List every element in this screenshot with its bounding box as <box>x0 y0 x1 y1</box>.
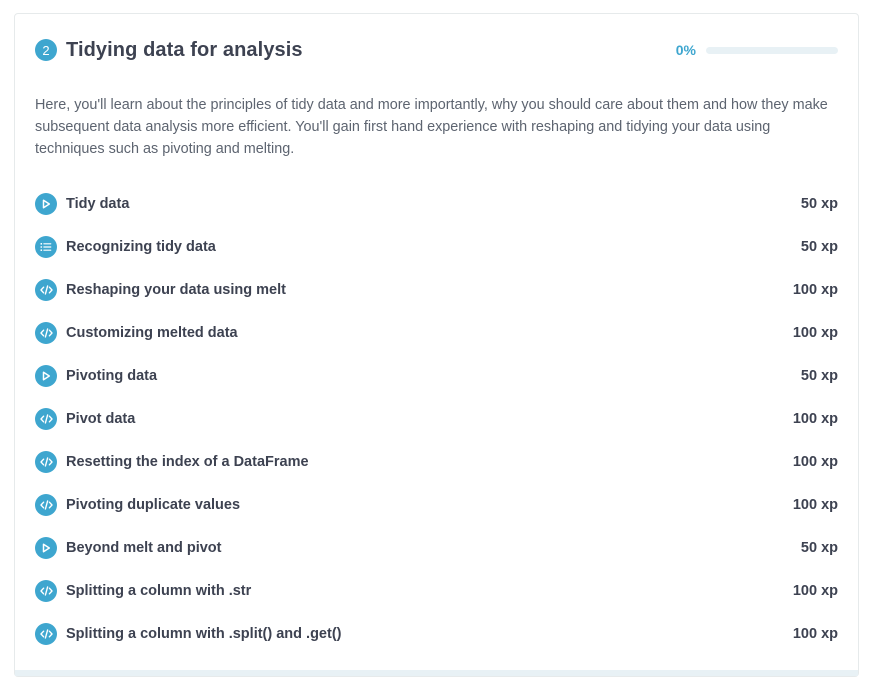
lesson-item[interactable]: Customizing melted data 100 xp <box>35 311 838 354</box>
lesson-title[interactable]: Reshaping your data using melt <box>66 282 286 298</box>
play-icon <box>35 364 57 387</box>
lesson-item[interactable]: Beyond melt and pivot 50 xp <box>35 526 838 569</box>
chapter-number-badge: 2 <box>35 39 57 61</box>
play-icon <box>35 536 57 559</box>
code-icon <box>35 579 57 602</box>
lesson-title[interactable]: Pivoting data <box>66 368 157 384</box>
lesson-item[interactable]: Pivoting duplicate values 100 xp <box>35 483 838 526</box>
chapter-title: Tidying data for analysis <box>66 38 303 61</box>
code-icon <box>35 321 57 344</box>
lesson-item[interactable]: Pivot data 100 xp <box>35 397 838 440</box>
lesson-title[interactable]: Pivot data <box>66 411 135 427</box>
lesson-title[interactable]: Recognizing tidy data <box>66 239 216 255</box>
lesson-item[interactable]: Splitting a column with .split() and .ge… <box>35 612 838 655</box>
lesson-title[interactable]: Resetting the index of a DataFrame <box>66 454 309 470</box>
lesson-xp: 100 xp <box>792 496 838 513</box>
lesson-title[interactable]: Splitting a column with .split() and .ge… <box>66 626 341 642</box>
lesson-xp: 100 xp <box>792 281 838 298</box>
lesson-item[interactable]: Reshaping your data using melt 100 xp <box>35 268 838 311</box>
lesson-xp: 100 xp <box>792 625 838 642</box>
lesson-item[interactable]: Resetting the index of a DataFrame 100 x… <box>35 440 838 483</box>
chapter-progress: 0% <box>676 42 838 58</box>
lesson-title[interactable]: Tidy data <box>66 196 129 212</box>
code-icon <box>35 622 57 645</box>
lesson-item[interactable]: Recognizing tidy data 50 xp <box>35 225 838 268</box>
code-icon <box>35 450 57 473</box>
lesson-xp: 100 xp <box>792 582 838 599</box>
list-icon <box>35 235 57 258</box>
lesson-item[interactable]: Splitting a column with .str 100 xp <box>35 569 838 612</box>
progress-percent: 0% <box>675 42 696 58</box>
lesson-xp: 100 xp <box>792 324 838 341</box>
code-icon <box>35 278 57 301</box>
chapter-description: Here, you'll learn about the principles … <box>35 97 828 158</box>
lesson-item[interactable]: Pivoting data 50 xp <box>35 354 838 397</box>
lesson-title[interactable]: Splitting a column with .str <box>66 583 251 599</box>
lesson-title[interactable]: Customizing melted data <box>66 325 238 341</box>
lesson-xp: 50 xp <box>800 195 838 212</box>
lesson-xp: 100 xp <box>792 410 838 427</box>
lesson-xp: 100 xp <box>792 453 838 470</box>
play-icon <box>35 192 57 215</box>
code-icon <box>35 493 57 516</box>
lesson-item[interactable]: Tidy data 50 xp <box>35 182 838 225</box>
lesson-title[interactable]: Beyond melt and pivot <box>66 540 222 556</box>
lesson-xp: 50 xp <box>800 367 838 384</box>
chapter-header: 2 Tidying data for analysis 0% <box>35 36 838 64</box>
card-footer-bar <box>15 670 858 676</box>
progress-bar <box>706 46 838 54</box>
code-icon <box>35 407 57 430</box>
chapter-card: 2 Tidying data for analysis 0% Here, you… <box>14 13 859 677</box>
lesson-xp: 50 xp <box>800 238 838 255</box>
lesson-xp: 50 xp <box>800 539 838 556</box>
lesson-title[interactable]: Pivoting duplicate values <box>66 497 240 513</box>
lesson-list: Tidy data 50 xp Recognizing tidy data 50… <box>35 182 838 655</box>
